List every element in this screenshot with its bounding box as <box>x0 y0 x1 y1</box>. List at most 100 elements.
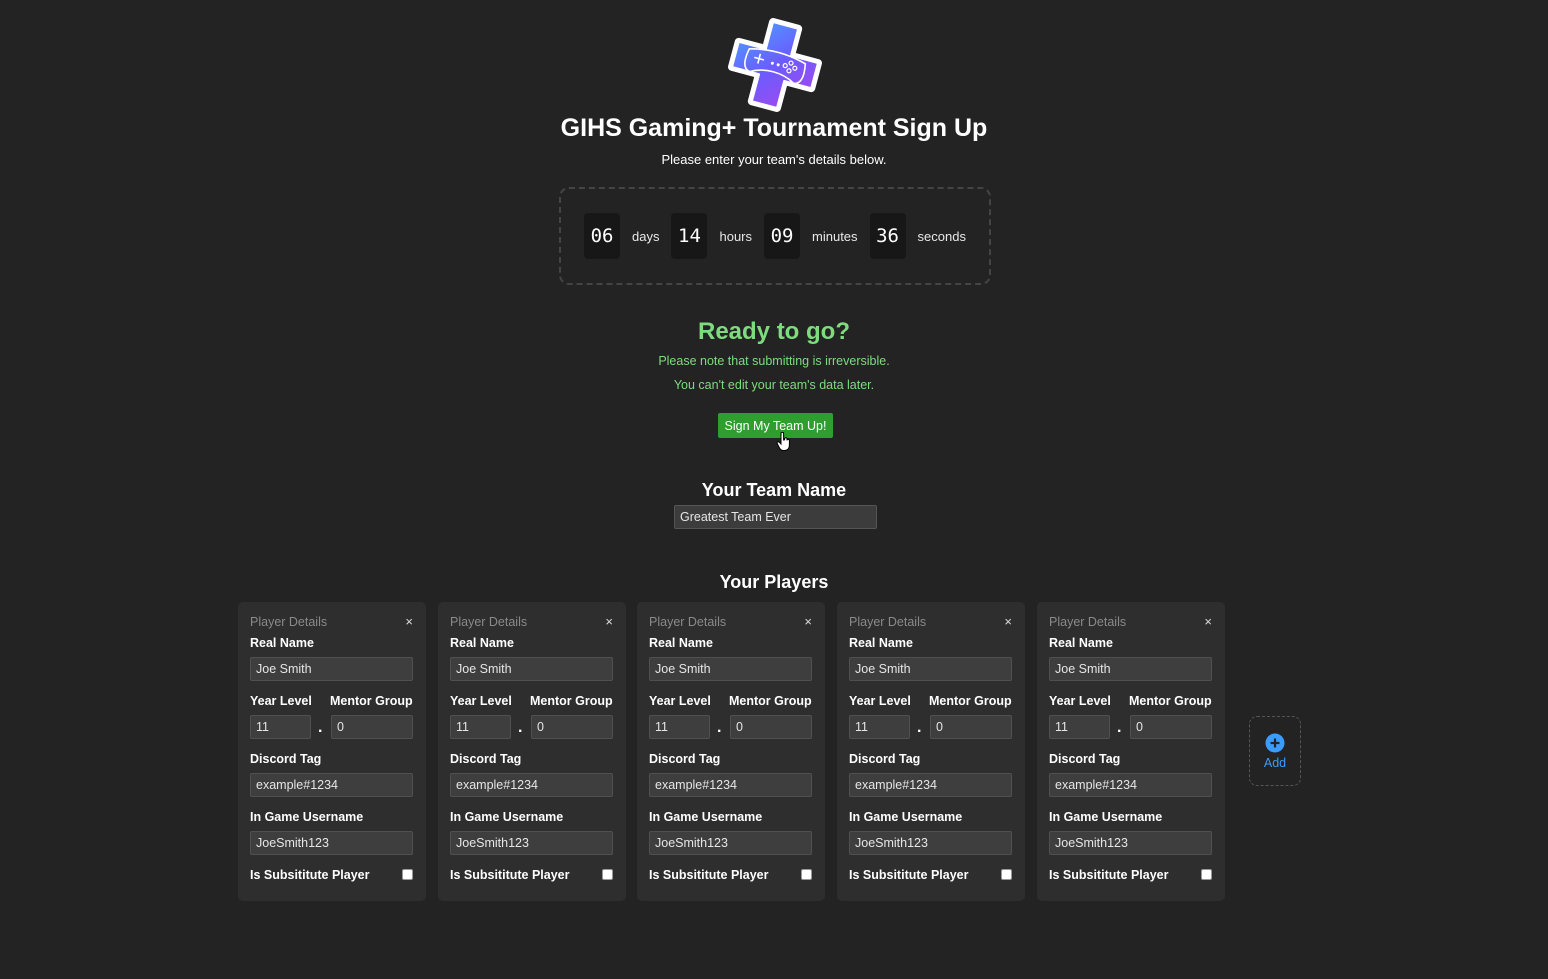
player-card: Player Details × Real Name Year Level Me… <box>837 602 1025 901</box>
substitute-label: Is Subsititute Player <box>1049 868 1169 882</box>
real-name-label: Real Name <box>649 636 713 650</box>
remove-player-close-icon[interactable]: × <box>605 614 613 629</box>
countdown-seconds-label: seconds <box>917 228 966 244</box>
player-card-header: Player Details <box>649 615 727 629</box>
countdown-timer: 06 days 14 hours 09 minutes 36 seconds <box>559 187 991 285</box>
year-mentor-separator: . <box>917 719 922 736</box>
discord-tag-input[interactable] <box>1049 773 1212 797</box>
discord-tag-input[interactable] <box>849 773 1012 797</box>
in-game-username-label: In Game Username <box>450 810 564 824</box>
substitute-checkbox[interactable] <box>402 869 413 880</box>
real-name-input[interactable] <box>1049 657 1212 681</box>
in-game-username-label: In Game Username <box>250 810 364 824</box>
real-name-input[interactable] <box>250 657 413 681</box>
year-level-input[interactable] <box>1049 715 1110 739</box>
mentor-group-input[interactable] <box>331 715 413 739</box>
discord-tag-label: Discord Tag <box>1049 752 1121 766</box>
discord-tag-label: Discord Tag <box>649 752 721 766</box>
countdown-minutes: 09 <box>764 213 801 259</box>
remove-player-close-icon[interactable]: × <box>1004 614 1012 629</box>
mentor-group-label: Mentor Group <box>929 694 1012 708</box>
countdown-seconds: 36 <box>869 213 906 259</box>
substitute-checkbox[interactable] <box>1001 869 1012 880</box>
in-game-username-input[interactable] <box>450 831 613 855</box>
real-name-label: Real Name <box>849 636 913 650</box>
real-name-input[interactable] <box>649 657 812 681</box>
year-level-input[interactable] <box>649 715 710 739</box>
player-card: Player Details × Real Name Year Level Me… <box>637 602 825 901</box>
substitute-checkbox[interactable] <box>1201 869 1212 880</box>
mentor-group-input[interactable] <box>531 715 613 739</box>
in-game-username-input[interactable] <box>1049 831 1212 855</box>
mentor-group-input[interactable] <box>930 715 1012 739</box>
page-subtitle: Please enter your team's details below. <box>661 152 887 167</box>
mentor-group-label: Mentor Group <box>530 694 613 708</box>
discord-tag-label: Discord Tag <box>450 752 522 766</box>
page-title: GIHS Gaming+ Tournament Sign Up <box>560 114 988 142</box>
in-game-username-label: In Game Username <box>1049 810 1163 824</box>
countdown-minutes-label: minutes <box>812 228 858 244</box>
mentor-group-label: Mentor Group <box>1129 694 1212 708</box>
countdown-days-label: days <box>632 228 660 244</box>
add-player-label: Add <box>1263 755 1287 770</box>
substitute-label: Is Subsititute Player <box>649 868 769 882</box>
substitute-label: Is Subsititute Player <box>250 868 370 882</box>
add-player-button[interactable]: Add <box>1249 716 1301 786</box>
year-level-label: Year Level <box>649 694 711 708</box>
year-level-label: Year Level <box>1049 694 1111 708</box>
in-game-username-input[interactable] <box>250 831 413 855</box>
real-name-label: Real Name <box>1049 636 1113 650</box>
mentor-group-input[interactable] <box>1130 715 1212 739</box>
player-card: Player Details × Real Name Year Level Me… <box>1037 602 1225 901</box>
in-game-username-input[interactable] <box>649 831 812 855</box>
substitute-label: Is Subsititute Player <box>849 868 969 882</box>
player-card-header: Player Details <box>1049 615 1127 629</box>
countdown-hours-label: hours <box>719 228 753 244</box>
substitute-label: Is Subsititute Player <box>450 868 570 882</box>
player-card-header: Player Details <box>450 615 528 629</box>
year-level-input[interactable] <box>849 715 910 739</box>
in-game-username-label: In Game Username <box>649 810 763 824</box>
mentor-group-label: Mentor Group <box>729 694 812 708</box>
year-level-label: Year Level <box>450 694 512 708</box>
player-card: Player Details × Real Name Year Level Me… <box>238 602 426 901</box>
player-card: Player Details × Real Name Year Level Me… <box>438 602 626 901</box>
players-heading: Your Players <box>719 572 829 592</box>
substitute-checkbox[interactable] <box>602 869 613 880</box>
year-level-input[interactable] <box>250 715 311 739</box>
mentor-group-input[interactable] <box>730 715 812 739</box>
team-name-input[interactable] <box>674 505 877 529</box>
real-name-input[interactable] <box>849 657 1012 681</box>
player-card-header: Player Details <box>849 615 927 629</box>
remove-player-close-icon[interactable]: × <box>804 614 812 629</box>
year-level-input[interactable] <box>450 715 511 739</box>
discord-tag-label: Discord Tag <box>849 752 921 766</box>
discord-tag-input[interactable] <box>250 773 413 797</box>
countdown-days: 06 <box>584 213 621 259</box>
player-card-header: Player Details <box>250 615 328 629</box>
countdown-hours: 14 <box>671 213 708 259</box>
year-level-label: Year Level <box>849 694 911 708</box>
year-mentor-separator: . <box>318 719 323 736</box>
irreversible-note: Please note that submitting is irreversi… <box>658 354 890 368</box>
year-mentor-separator: . <box>1117 719 1122 736</box>
real-name-input[interactable] <box>450 657 613 681</box>
year-mentor-separator: . <box>717 719 722 736</box>
in-game-username-input[interactable] <box>849 831 1012 855</box>
discord-tag-label: Discord Tag <box>250 752 322 766</box>
year-level-label: Year Level <box>250 694 312 708</box>
remove-player-close-icon[interactable]: × <box>405 614 413 629</box>
real-name-label: Real Name <box>250 636 314 650</box>
in-game-username-label: In Game Username <box>849 810 963 824</box>
year-mentor-separator: . <box>518 719 523 736</box>
mentor-group-label: Mentor Group <box>330 694 413 708</box>
plus-circle-icon <box>1265 733 1285 752</box>
substitute-checkbox[interactable] <box>801 869 812 880</box>
remove-player-close-icon[interactable]: × <box>1204 614 1212 629</box>
discord-tag-input[interactable] <box>450 773 613 797</box>
no-edit-note: You can't edit your team's data later. <box>673 378 875 392</box>
real-name-label: Real Name <box>450 636 514 650</box>
team-name-heading: Your Team Name <box>701 480 847 500</box>
discord-tag-input[interactable] <box>649 773 812 797</box>
gamepad-plus-logo <box>728 18 822 112</box>
